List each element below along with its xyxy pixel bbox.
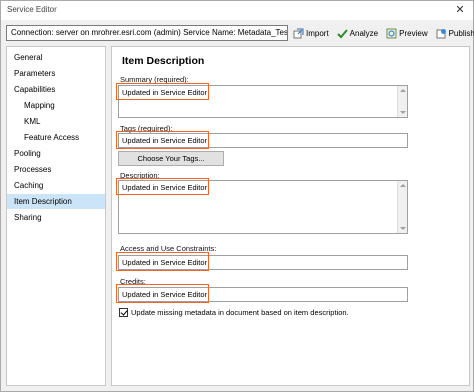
description-label: Description: — [120, 171, 160, 180]
analyze-button[interactable]: Analyze — [336, 28, 379, 39]
summary-field[interactable]: Updated in Service Editor — [118, 85, 408, 118]
summary-scrollbar[interactable] — [397, 86, 407, 117]
import-icon — [293, 28, 304, 39]
sidebar-item-feature-access[interactable]: Feature Access — [7, 130, 105, 145]
sidebar-item-kml[interactable]: KML — [7, 114, 105, 129]
tags-value: Updated in Service Editor — [122, 136, 208, 145]
sidebar-item-mapping[interactable]: Mapping — [7, 98, 105, 113]
close-icon[interactable]: ✕ — [453, 3, 467, 17]
update-metadata-label: Update missing metadata in document base… — [131, 308, 349, 317]
sidebar-item-general[interactable]: General — [7, 50, 105, 65]
import-label: Import — [306, 28, 329, 38]
toolbar: Import Analyze Preview Publish — [293, 25, 474, 41]
constraints-label: Access and Use Constraints: — [120, 244, 217, 253]
sidebar-item-parameters[interactable]: Parameters — [7, 66, 105, 81]
connection-field: Connection: server on mrohrer.esri.com (… — [6, 25, 288, 41]
checkmark-icon — [336, 28, 348, 39]
panel-title: Item Description — [122, 55, 205, 67]
publish-icon — [436, 28, 447, 39]
description-value: Updated in Service Editor — [122, 183, 208, 192]
import-button[interactable]: Import — [293, 28, 329, 39]
sidebar-item-sharing[interactable]: Sharing — [7, 210, 105, 225]
tags-field[interactable]: Updated in Service Editor — [118, 133, 408, 148]
title-bar: Service Editor ✕ — [1, 1, 473, 20]
publish-label: Publish — [448, 28, 474, 38]
sidebar-item-capabilities[interactable]: Capabilities — [7, 82, 105, 97]
item-description-panel: Item Description Summary (required): Upd… — [111, 46, 470, 386]
publish-button[interactable]: Publish — [436, 28, 474, 39]
summary-value: Updated in Service Editor — [122, 88, 208, 97]
credits-label: Credits: — [120, 277, 146, 286]
constraints-field[interactable]: Updated in Service Editor — [118, 255, 408, 270]
window-title: Service Editor — [7, 5, 57, 14]
sidebar-item-processes[interactable]: Processes — [7, 162, 105, 177]
analyze-label: Analyze — [349, 28, 379, 38]
summary-label: Summary (required): — [120, 75, 189, 84]
service-editor-window: Service Editor ✕ Connection: server on m… — [0, 0, 474, 392]
sidebar-item-caching[interactable]: Caching — [7, 178, 105, 193]
description-scrollbar[interactable] — [397, 181, 407, 233]
credits-field[interactable]: Updated in Service Editor — [118, 287, 408, 302]
description-field[interactable]: Updated in Service Editor — [118, 180, 408, 234]
update-metadata-option[interactable]: Update missing metadata in document base… — [119, 308, 349, 317]
credits-value: Updated in Service Editor — [122, 290, 208, 299]
preview-label: Preview — [399, 28, 428, 38]
sidebar-item-pooling[interactable]: Pooling — [7, 146, 105, 161]
constraints-value: Updated in Service Editor — [122, 258, 208, 267]
choose-tags-button[interactable]: Choose Your Tags... — [118, 151, 224, 166]
preview-icon — [386, 28, 397, 39]
update-metadata-checkbox[interactable] — [119, 308, 128, 317]
preview-button[interactable]: Preview — [386, 28, 428, 39]
tags-label: Tags (required): — [120, 124, 173, 133]
sidebar: General Parameters Capabilities Mapping … — [6, 46, 106, 386]
sidebar-item-item-description[interactable]: Item Description — [7, 194, 105, 209]
